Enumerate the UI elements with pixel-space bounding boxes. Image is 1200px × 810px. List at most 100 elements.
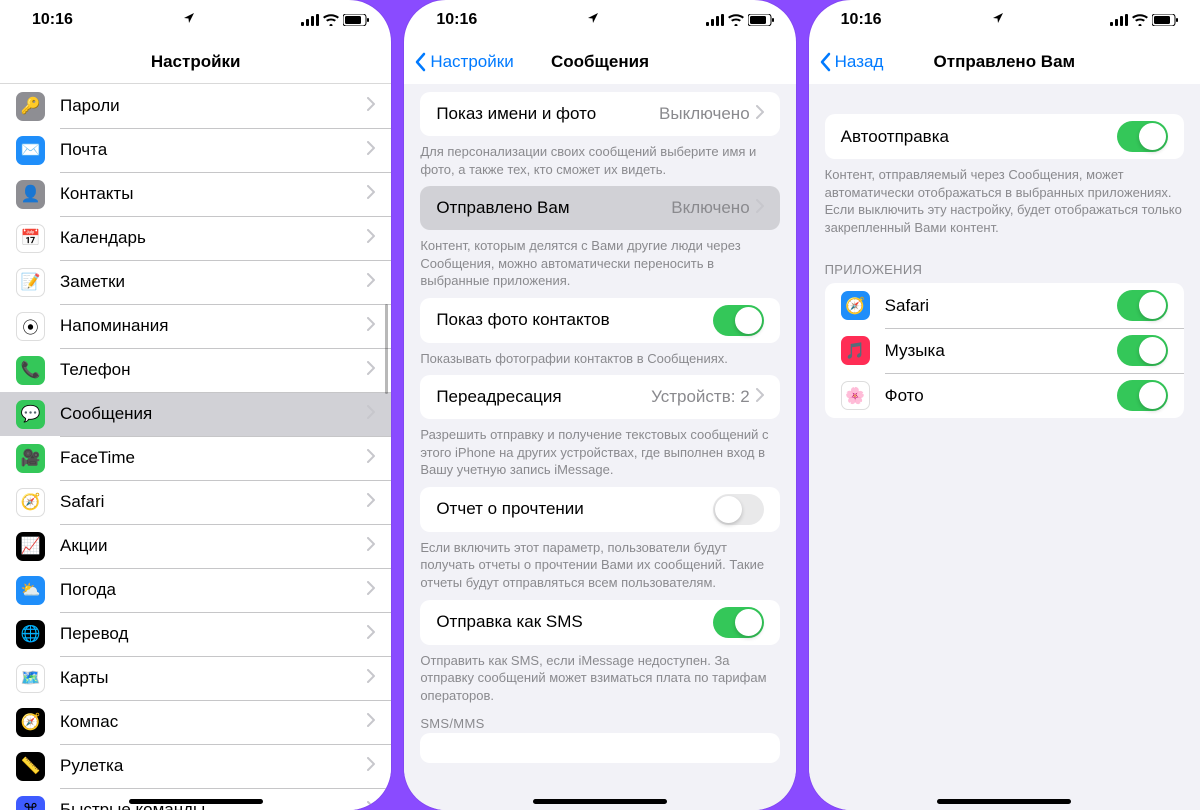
chevron-right-icon <box>367 361 375 380</box>
settings-row-компас[interactable]: 🧭 Компас <box>0 700 391 744</box>
cellular-icon <box>1110 14 1128 26</box>
home-indicator <box>129 799 263 804</box>
status-time: 10:16 <box>841 11 882 29</box>
settings-row-карты[interactable]: 🗺️ Карты <box>0 656 391 700</box>
settings-row-рулетка[interactable]: 📏 Рулетка <box>0 744 391 788</box>
footer-note: Отправить как SMS, если iMessage недосту… <box>404 645 795 713</box>
cell-label: FaceTime <box>60 448 367 468</box>
cell-value: Включено <box>671 198 749 218</box>
settings-row-сообщения[interactable]: 💬 Сообщения <box>0 392 391 436</box>
chevron-right-icon <box>367 405 375 424</box>
settings-row-safari[interactable]: 🧭 Safari <box>0 480 391 524</box>
cellular-icon <box>301 14 319 26</box>
row-shared-with-you[interactable]: Отправлено Вам Включено <box>420 186 779 230</box>
cell-label: Показ фото контактов <box>436 310 712 330</box>
chevron-right-icon <box>756 388 764 407</box>
chevron-right-icon <box>367 229 375 248</box>
settings-row-пароли[interactable]: 🔑 Пароли <box>0 84 391 128</box>
cell-label: Заметки <box>60 272 367 292</box>
toggle-app[interactable] <box>1117 380 1168 411</box>
footer-note: Разрешить отправку и получение текстовых… <box>404 419 795 487</box>
status-bar: 10:16 <box>0 0 391 40</box>
app-icon: 🌸 <box>841 381 870 410</box>
app-row-фото[interactable]: 🌸 Фото <box>825 373 1184 418</box>
app-icon: 🌐 <box>16 620 45 649</box>
cell-label: Рулетка <box>60 756 367 776</box>
app-icon: 🧭 <box>841 291 870 320</box>
app-icon: ⌘ <box>16 796 45 810</box>
settings-row-перевод[interactable]: 🌐 Перевод <box>0 612 391 656</box>
row-send-as-sms[interactable]: Отправка как SMS <box>420 600 779 645</box>
app-icon: 📈 <box>16 532 45 561</box>
cell-label: Перевод <box>60 624 367 644</box>
row-forwarding[interactable]: Переадресация Устройств: 2 <box>420 375 779 419</box>
toggle-send-as-sms[interactable] <box>713 607 764 638</box>
chevron-right-icon <box>367 449 375 468</box>
toggle-app[interactable] <box>1117 290 1168 321</box>
toggle-contact-photos[interactable] <box>713 305 764 336</box>
cell-label: Сообщения <box>60 404 367 424</box>
navbar: Настройки <box>0 40 391 84</box>
settings-row-телефон[interactable]: 📞 Телефон <box>0 348 391 392</box>
navbar: Назад Отправлено Вам <box>809 40 1200 84</box>
footer-note: Контент, отправляемый через Сообщения, м… <box>809 159 1200 244</box>
location-icon <box>587 11 599 29</box>
app-icon: 📞 <box>16 356 45 385</box>
back-button[interactable]: Назад <box>819 52 884 72</box>
settings-row-заметки[interactable]: 📝 Заметки <box>0 260 391 304</box>
cell-label: Показ имени и фото <box>436 104 659 124</box>
app-icon: 🎥 <box>16 444 45 473</box>
settings-row-погода[interactable]: ⛅ Погода <box>0 568 391 612</box>
location-icon <box>992 11 1004 29</box>
app-row-музыка[interactable]: 🎵 Музыка <box>825 328 1184 373</box>
chevron-right-icon <box>367 185 375 204</box>
wifi-icon <box>728 14 744 26</box>
cell-label: Компас <box>60 712 367 732</box>
status-time: 10:16 <box>436 11 477 29</box>
cell-label: Контакты <box>60 184 367 204</box>
cell-label: Фото <box>885 386 1117 406</box>
chevron-right-icon <box>756 105 764 124</box>
chevron-right-icon <box>367 97 375 116</box>
app-icon: 🧭 <box>16 488 45 517</box>
cell-label: Напоминания <box>60 316 367 336</box>
app-icon: 📅 <box>16 224 45 253</box>
app-icon: 💬 <box>16 400 45 429</box>
app-row-safari[interactable]: 🧭 Safari <box>825 283 1184 328</box>
settings-row-почта[interactable]: ✉️ Почта <box>0 128 391 172</box>
row-contact-photos[interactable]: Показ фото контактов <box>420 298 779 343</box>
wifi-icon <box>323 14 339 26</box>
cell-label: Safari <box>60 492 367 512</box>
page-title: Отправлено Вам <box>934 52 1076 72</box>
settings-row-акции[interactable]: 📈 Акции <box>0 524 391 568</box>
cell-label: Автоотправка <box>841 127 1117 147</box>
cell-value: Выключено <box>659 104 750 124</box>
section-header: ПРИЛОЖЕНИЯ <box>809 244 1200 283</box>
app-icon: 🔑 <box>16 92 45 121</box>
settings-row-facetime[interactable]: 🎥 FaceTime <box>0 436 391 480</box>
location-icon <box>183 11 195 29</box>
toggle-app[interactable] <box>1117 335 1168 366</box>
toggle-auto-share[interactable] <box>1117 121 1168 152</box>
row-auto-share[interactable]: Автоотправка <box>825 114 1184 159</box>
cell-label: Календарь <box>60 228 367 248</box>
footer-note: Для персонализации своих сообщений выбер… <box>404 136 795 186</box>
app-icon: ⦿ <box>16 312 45 341</box>
settings-row-календарь[interactable]: 📅 Календарь <box>0 216 391 260</box>
row-name-photo[interactable]: Показ имени и фото Выключено <box>420 92 779 136</box>
app-icon: 🧭 <box>16 708 45 737</box>
settings-row-контакты[interactable]: 👤 Контакты <box>0 172 391 216</box>
row-read-receipts[interactable]: Отчет о прочтении <box>420 487 779 532</box>
battery-icon <box>748 14 774 26</box>
cell-value: Устройств: 2 <box>651 387 750 407</box>
toggle-read-receipts[interactable] <box>713 494 764 525</box>
back-button[interactable]: Настройки <box>414 52 513 72</box>
chevron-right-icon <box>756 199 764 218</box>
footer-note: Контент, которым делятся с Вами другие л… <box>404 230 795 298</box>
status-bar: 10:16 <box>809 0 1200 40</box>
app-icon: 👤 <box>16 180 45 209</box>
settings-row-напоминания[interactable]: ⦿ Напоминания <box>0 304 391 348</box>
chevron-right-icon <box>367 801 375 810</box>
chevron-right-icon <box>367 581 375 600</box>
cell-label: Safari <box>885 296 1117 316</box>
